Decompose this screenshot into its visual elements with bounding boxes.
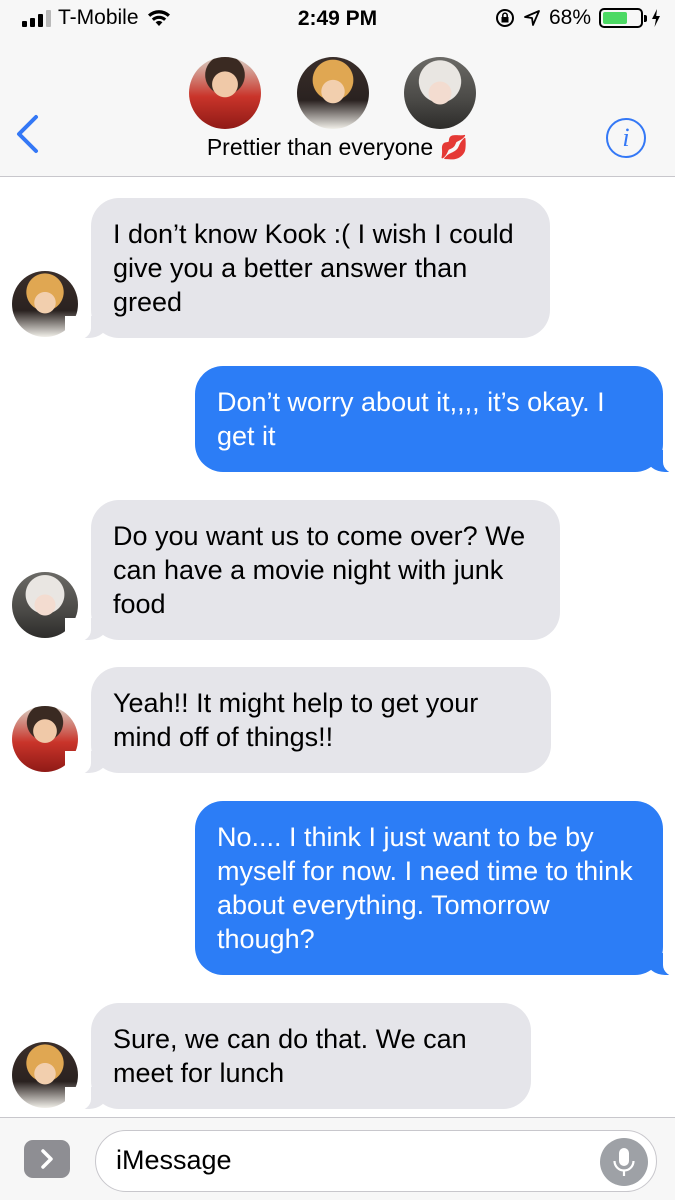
group-avatar-red[interactable] (189, 57, 261, 129)
outgoing-message[interactable]: Don’t worry about it,,,, it’s okay. I ge… (195, 366, 675, 474)
incoming-message[interactable]: Sure, we can do that. We can meet for lu… (65, 1003, 531, 1111)
charging-bolt-icon (652, 9, 660, 27)
group-name[interactable]: Prettier than everyone 💋 (0, 134, 675, 161)
message-text: Do you want us to come over? We can have… (113, 521, 526, 619)
battery-percent: 68% (548, 6, 591, 29)
status-bar: T-Mobile 2:49 PM 68% (0, 0, 675, 40)
group-avatar-white-hair[interactable] (404, 57, 476, 129)
message-text: No.... I think I just want to be by myse… (217, 822, 633, 954)
dictation-button[interactable] (600, 1138, 648, 1186)
location-icon (524, 10, 540, 26)
message-text: Don’t worry about it,,,, it’s okay. I ge… (217, 387, 605, 451)
incoming-message[interactable]: Do you want us to come over? We can have… (65, 500, 560, 642)
chevron-right-icon (41, 1149, 53, 1169)
message-input[interactable]: iMessage (95, 1130, 657, 1192)
message-text: Yeah!! It might help to get your mind of… (113, 688, 479, 752)
conversation-header: Prettier than everyone 💋 i (0, 40, 675, 177)
apps-expand-button[interactable] (24, 1140, 70, 1178)
battery-icon (599, 8, 647, 28)
message-text: Sure, we can do that. We can meet for lu… (113, 1024, 467, 1088)
message-text: I don’t know Kook :( I wish I could give… (113, 219, 514, 317)
group-avatar-blond[interactable] (297, 57, 369, 129)
compose-bar: iMessage (0, 1117, 675, 1200)
incoming-message[interactable]: Yeah!! It might help to get your mind of… (65, 667, 551, 775)
message-input-placeholder: iMessage (116, 1145, 232, 1175)
battery-fill (603, 12, 628, 24)
microphone-icon (613, 1148, 635, 1176)
incoming-message[interactable]: I don’t know Kook :( I wish I could give… (65, 198, 550, 340)
info-button[interactable]: i (606, 118, 646, 158)
orientation-lock-icon (495, 9, 514, 27)
outgoing-message[interactable]: No.... I think I just want to be by myse… (195, 801, 675, 977)
